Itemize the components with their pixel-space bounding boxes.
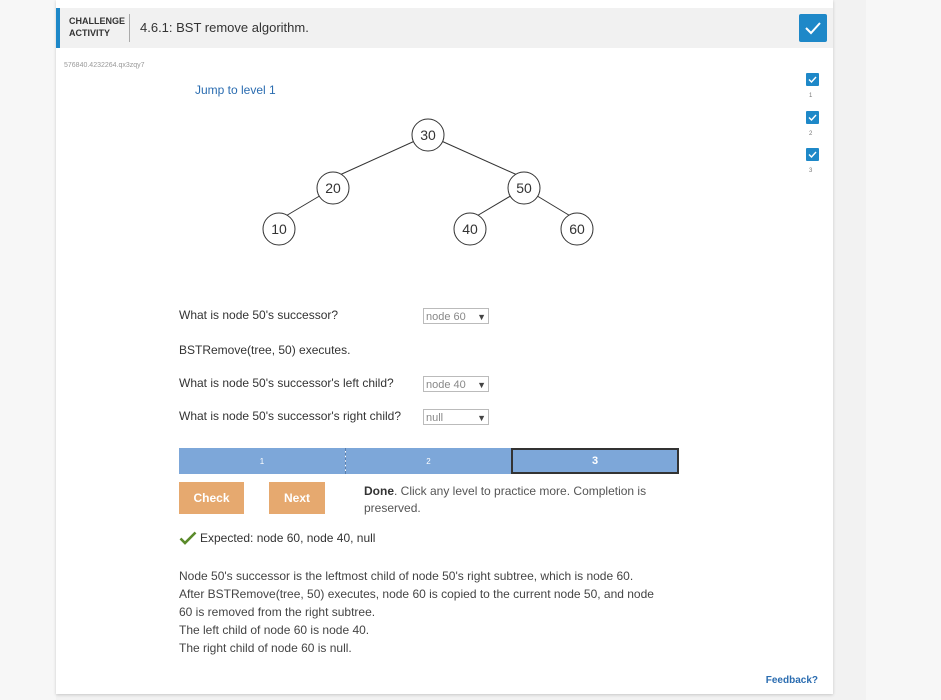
node-10-label: 10 — [271, 221, 287, 237]
explanation-line-4: The left child of node 60 is node 40. — [179, 623, 370, 637]
tree-node-30: 30 — [411, 118, 445, 152]
node-40-label: 40 — [462, 221, 478, 237]
activity-type-line1: CHALLENGE — [69, 16, 125, 26]
level-3-segment[interactable]: 3 — [511, 448, 679, 474]
question-1-dropdown[interactable]: node 60 ▼ — [423, 308, 489, 324]
chevron-down-icon: ▼ — [477, 412, 486, 423]
done-message: Done. Click any level to practice more. … — [364, 483, 674, 517]
explanation-line-2: After BSTRemove(tree, 50) executes, node… — [179, 587, 654, 601]
tree-node-40: 40 — [453, 212, 487, 246]
activity-type-line2: ACTIVITY — [69, 28, 111, 38]
question-2-text: What is node 50's successor's left child… — [179, 376, 394, 390]
explanation-line-3: 60 is removed from the right subtree. — [179, 605, 376, 619]
feedback-link[interactable]: Feedback? — [766, 675, 818, 686]
explanation-line-5: The right child of node 60 is null. — [179, 641, 352, 655]
expected-result: Expected: node 60, node 40, null — [179, 531, 375, 545]
chevron-down-icon: ▼ — [477, 379, 486, 390]
tree-node-10: 10 — [262, 212, 296, 246]
level-progress-bar: 1 2 3 — [179, 448, 679, 474]
activity-header: CHALLENGE ACTIVITY 4.6.1: BST remove alg… — [56, 8, 833, 48]
explanation-line-1: Node 50's successor is the leftmost chil… — [179, 569, 634, 583]
activity-title: 4.6.1: BST remove algorithm. — [140, 20, 309, 35]
question-2-dropdown[interactable]: node 40 ▼ — [423, 376, 489, 392]
level-2-segment[interactable]: 2 — [346, 448, 511, 474]
level-1-complete-icon[interactable] — [806, 73, 819, 86]
completion-check-icon — [799, 14, 827, 42]
node-50-label: 50 — [516, 180, 532, 196]
next-button[interactable]: Next — [269, 482, 325, 514]
node-20-label: 20 — [325, 180, 341, 196]
tree-node-60: 60 — [560, 212, 594, 246]
node-60-label: 60 — [569, 221, 585, 237]
page-margin-left — [0, 0, 56, 700]
tree-node-50: 50 — [507, 171, 541, 205]
question-1-selected: node 60 — [426, 310, 466, 323]
activity-type-label: CHALLENGE ACTIVITY — [69, 15, 129, 39]
jump-to-level-link[interactable]: Jump to level 1 — [195, 83, 276, 97]
page-margin-right — [866, 0, 941, 700]
question-3-text: What is node 50's successor's right chil… — [179, 409, 402, 423]
check-icon — [179, 531, 197, 545]
bst-diagram: 30 20 50 10 40 60 — [262, 118, 594, 246]
done-label: Done — [364, 484, 394, 498]
level-1-number: 1 — [809, 93, 813, 99]
question-2-selected: node 40 — [426, 378, 466, 391]
expected-text: Expected: node 60, node 40, null — [200, 531, 376, 545]
question-1-text: What is node 50's successor? — [179, 308, 339, 322]
header-divider — [129, 14, 130, 42]
tree-node-20: 20 — [316, 171, 350, 205]
node-30-label: 30 — [420, 127, 436, 143]
question-3-dropdown[interactable]: null ▼ — [423, 409, 489, 425]
challenge-activity-card: CHALLENGE ACTIVITY 4.6.1: BST remove alg… — [56, 0, 833, 694]
done-text: . Click any level to practice more. Comp… — [364, 484, 647, 515]
check-button[interactable]: Check — [179, 482, 244, 514]
level-1-segment[interactable]: 1 — [179, 448, 345, 474]
activity-id: 576840.4232264.qx3zqy7 — [64, 62, 145, 69]
remove-statement: BSTRemove(tree, 50) executes. — [179, 343, 351, 357]
explanation: Node 50's successor is the leftmost chil… — [179, 567, 679, 657]
chevron-down-icon: ▼ — [477, 311, 486, 322]
question-3-selected: null — [426, 411, 444, 424]
